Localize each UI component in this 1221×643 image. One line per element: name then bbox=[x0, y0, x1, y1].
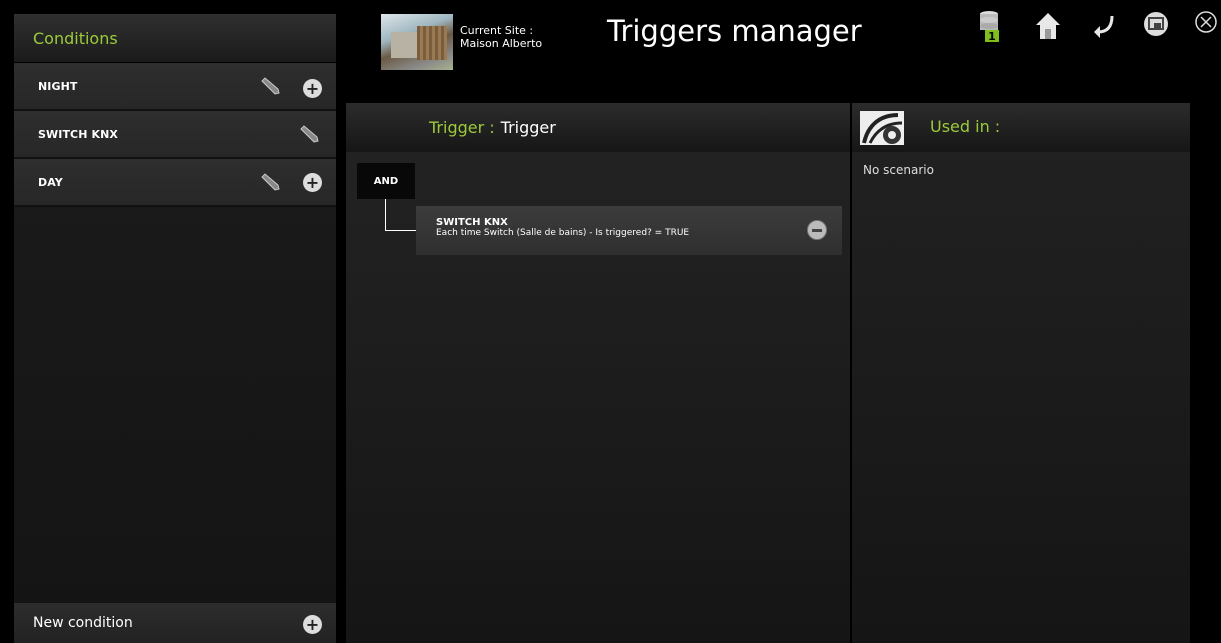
trigger-name: Trigger bbox=[500, 118, 556, 137]
database-icon[interactable]: 1 bbox=[977, 10, 1005, 42]
trigger-panel: Trigger : Trigger AND SWITCH KNX Each ti… bbox=[346, 103, 850, 643]
conditions-header: Conditions bbox=[14, 14, 336, 63]
condition-label: SWITCH KNX bbox=[38, 127, 118, 141]
condition-item-night[interactable]: NIGHT + bbox=[14, 63, 336, 111]
condition-item-switch-knx[interactable]: SWITCH KNX bbox=[14, 111, 336, 159]
edit-pencil-icon[interactable] bbox=[259, 77, 281, 99]
conditions-title: Conditions bbox=[33, 28, 118, 48]
add-icon[interactable]: + bbox=[303, 173, 322, 192]
remove-icon[interactable] bbox=[807, 220, 827, 240]
rule-description: Each time Switch (Salle de bains) - Is t… bbox=[436, 228, 690, 238]
edit-pencil-icon[interactable] bbox=[298, 125, 320, 147]
home-icon[interactable] bbox=[1034, 10, 1062, 42]
conditions-panel: Conditions NIGHT + SWITCH KNX DAY + New … bbox=[14, 14, 336, 643]
rule-title: SWITCH KNX bbox=[436, 217, 508, 228]
new-condition-button[interactable]: New condition + bbox=[14, 603, 336, 643]
add-icon[interactable]: + bbox=[303, 615, 322, 634]
close-icon[interactable] bbox=[1193, 10, 1219, 42]
condition-label: DAY bbox=[38, 175, 63, 189]
condition-item-day[interactable]: DAY + bbox=[14, 159, 336, 207]
edit-pencil-icon[interactable] bbox=[259, 173, 281, 195]
new-condition-label: New condition bbox=[33, 615, 133, 631]
used-in-title: Used in : bbox=[930, 117, 1001, 136]
site-name: Maison Alberto bbox=[460, 37, 543, 50]
tree-connector bbox=[385, 230, 416, 231]
used-in-header: Used in : bbox=[852, 103, 1190, 152]
back-icon[interactable] bbox=[1090, 10, 1118, 42]
site-thumbnail bbox=[381, 14, 453, 70]
trigger-prefix: Trigger : bbox=[429, 118, 495, 137]
current-site: Current Site : Maison Alberto bbox=[460, 24, 542, 50]
database-badge: 1 bbox=[988, 30, 996, 42]
site-caption: Current Site : bbox=[460, 24, 534, 37]
trigger-rule[interactable]: SWITCH KNX Each time Switch (Salle de ba… bbox=[416, 206, 842, 255]
page-title: Triggers manager bbox=[607, 14, 862, 48]
add-icon[interactable]: + bbox=[303, 79, 322, 98]
condition-label: NIGHT bbox=[38, 79, 78, 93]
screen-icon[interactable] bbox=[1142, 10, 1170, 42]
scenario-logo-icon bbox=[860, 111, 904, 145]
no-scenario-text: No scenario bbox=[863, 163, 934, 177]
operator-and[interactable]: AND bbox=[357, 163, 415, 199]
trigger-header: Trigger : Trigger bbox=[346, 103, 850, 152]
used-in-panel: Used in : No scenario bbox=[852, 103, 1190, 643]
tree-connector bbox=[385, 199, 386, 231]
